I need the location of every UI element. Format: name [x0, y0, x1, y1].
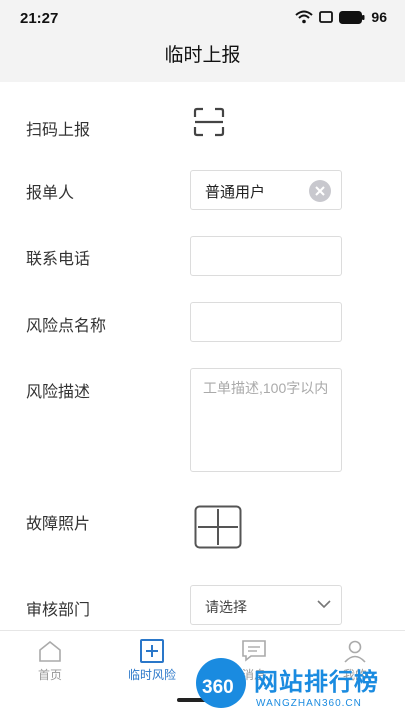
risk-point-label: 风险点名称	[26, 318, 107, 335]
screen-icon	[319, 11, 334, 23]
battery-icon	[339, 10, 365, 24]
watermark-logo: 360 网站排行榜 WANGZHAN360.CN	[196, 654, 401, 714]
scan-label: 扫码上报	[26, 122, 91, 139]
reporter-value: 普通用户	[205, 184, 266, 201]
watermark-badge: 360	[196, 658, 246, 708]
dept-label: 审核部门	[26, 602, 91, 619]
wifi-icon	[295, 10, 314, 24]
reporter-label: 报单人	[26, 185, 75, 202]
watermark-title: 网站排行榜	[254, 669, 379, 696]
page-header: 临时上报	[0, 38, 405, 82]
tab-home[interactable]: 首页	[10, 639, 90, 683]
chevron-down-icon	[317, 600, 331, 609]
status-time: 21:27	[20, 10, 59, 27]
dept-select[interactable]: 请选择	[190, 585, 342, 625]
home-icon	[39, 640, 61, 662]
add-photo-icon[interactable]	[194, 505, 242, 549]
dept-value: 请选择	[205, 599, 247, 615]
risk-desc-textarea[interactable]	[190, 368, 342, 472]
tab-temp-risk-label: 临时风险	[127, 668, 176, 682]
clear-icon[interactable]	[309, 180, 331, 202]
risk-point-field[interactable]	[190, 302, 342, 342]
page-title: 临时上报	[164, 45, 241, 66]
scan-icon[interactable]	[193, 107, 225, 137]
tab-home-label: 首页	[37, 668, 62, 682]
photo-label: 故障照片	[26, 516, 91, 533]
watermark-subtitle: WANGZHAN360.CN	[256, 698, 362, 709]
risk-desc-label: 风险描述	[26, 384, 91, 401]
watermark-badge-text: 360	[202, 677, 234, 698]
reporter-field[interactable]: 普通用户	[190, 170, 342, 210]
phone-label: 联系电话	[26, 251, 91, 268]
battery-level: 96	[371, 9, 387, 25]
status-icons: 96	[295, 9, 387, 25]
phone-field[interactable]	[190, 236, 342, 276]
status-bar: 21:27 96	[0, 0, 405, 38]
plus-square-icon	[140, 639, 164, 663]
tab-temp-risk[interactable]: 临时风险	[112, 639, 192, 683]
